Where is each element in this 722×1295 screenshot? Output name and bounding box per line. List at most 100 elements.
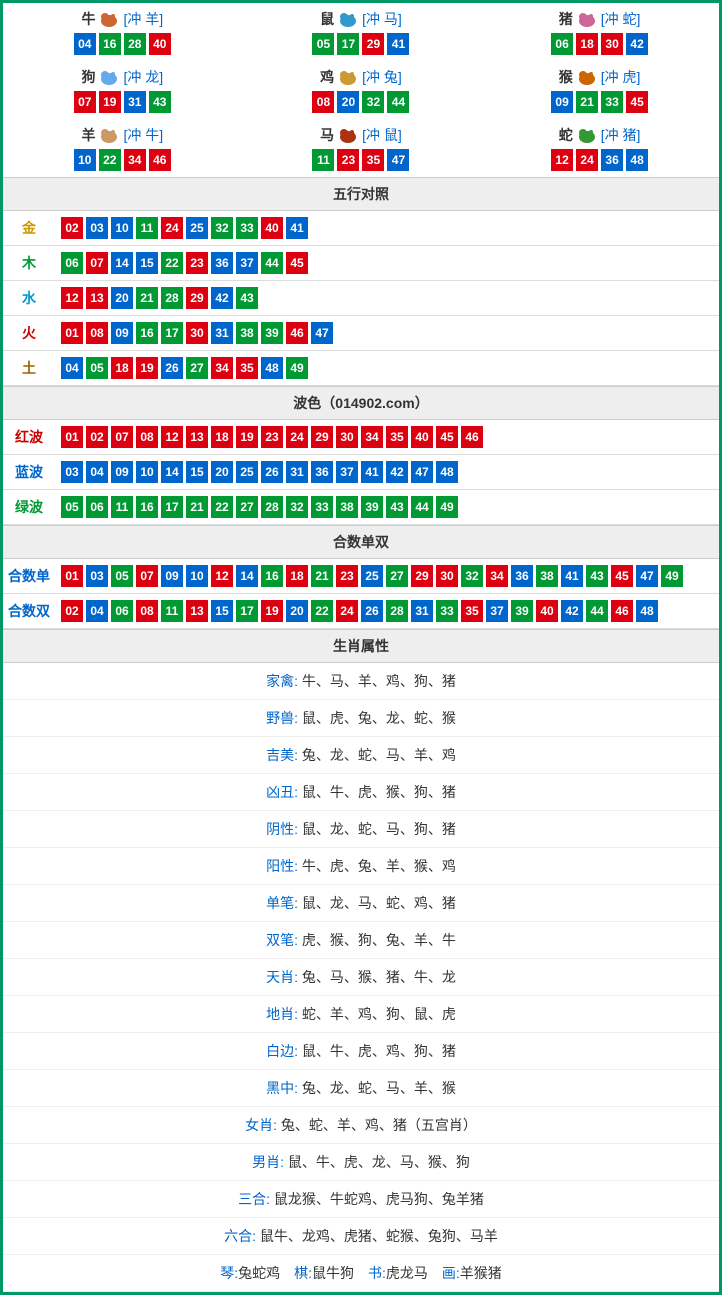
attr-row: 家禽: 牛、马、羊、鸡、狗、猪	[3, 663, 719, 700]
number-ball: 21	[136, 287, 158, 309]
attr-row: 阴性: 鼠、龙、蛇、马、狗、猪	[3, 811, 719, 848]
row-label: 木	[3, 253, 55, 273]
wuxing-header: 五行对照	[3, 177, 719, 211]
attr-value: 虎、猴、狗、兔、羊、牛	[302, 932, 456, 948]
attr-row: 凶丑: 鼠、牛、虎、猴、狗、猪	[3, 774, 719, 811]
number-ball: 35	[362, 149, 384, 171]
zodiac-name: 猪	[559, 9, 573, 29]
number-ball: 31	[411, 600, 433, 622]
attr-value: 鼠牛狗	[312, 1265, 354, 1281]
number-ball: 40	[149, 33, 171, 55]
row-label: 蓝波	[3, 462, 55, 482]
number-ball: 34	[486, 565, 508, 587]
number-ball: 13	[186, 600, 208, 622]
number-ball: 27	[186, 357, 208, 379]
attr-value: 鼠、牛、虎、鸡、狗、猪	[302, 1043, 456, 1059]
zodiac-cell: 牛 [冲 羊] 04162840	[3, 3, 242, 61]
attr-label: 黑中:	[266, 1080, 302, 1096]
zodiac-name: 猴	[559, 67, 573, 87]
attr-row: 天肖: 兔、马、猴、猪、牛、龙	[3, 959, 719, 996]
attr-value: 鼠牛、龙鸡、虎猪、蛇猴、兔狗、马羊	[260, 1228, 498, 1244]
number-ball: 07	[136, 565, 158, 587]
number-ball: 27	[236, 496, 258, 518]
number-ball: 15	[186, 461, 208, 483]
zodiac-title: 猪 [冲 蛇]	[480, 9, 719, 29]
number-ball: 42	[386, 461, 408, 483]
number-ball: 40	[536, 600, 558, 622]
number-ball: 37	[236, 252, 258, 274]
number-ball: 46	[461, 426, 483, 448]
zodiac-cell: 蛇 [冲 猪] 12243648	[480, 119, 719, 177]
number-ball: 28	[124, 33, 146, 55]
number-ball: 43	[149, 91, 171, 113]
number-ball: 20	[286, 600, 308, 622]
number-ball: 05	[312, 33, 334, 55]
number-ball: 44	[411, 496, 433, 518]
number-ball: 37	[486, 600, 508, 622]
number-ball: 32	[286, 496, 308, 518]
number-ball: 42	[211, 287, 233, 309]
number-ball: 36	[511, 565, 533, 587]
attr-row: 地肖: 蛇、羊、鸡、狗、鼠、虎	[3, 996, 719, 1033]
zodiac-cell: 猪 [冲 蛇] 06183042	[480, 3, 719, 61]
number-ball: 45	[626, 91, 648, 113]
number-ball: 25	[361, 565, 383, 587]
number-ball: 38	[536, 565, 558, 587]
number-ball: 31	[124, 91, 146, 113]
row-balls: 0204060811131517192022242628313335373940…	[55, 600, 719, 622]
number-ball: 23	[261, 426, 283, 448]
number-ball: 21	[186, 496, 208, 518]
number-ball: 33	[311, 496, 333, 518]
zodiac-title: 牛 [冲 羊]	[3, 9, 242, 29]
number-ball: 12	[211, 565, 233, 587]
row-balls: 04051819262734354849	[55, 357, 719, 379]
zodiac-title: 狗 [冲 龙]	[3, 67, 242, 87]
attr-row: 三合: 鼠龙猴、牛蛇鸡、虎马狗、兔羊猪	[3, 1181, 719, 1218]
attr-label: 地肖:	[266, 1006, 302, 1022]
zodiac-clash: [冲 牛]	[123, 125, 163, 145]
number-ball: 10	[136, 461, 158, 483]
number-ball: 07	[74, 91, 96, 113]
row-label: 红波	[3, 427, 55, 447]
number-ball: 20	[211, 461, 233, 483]
number-ball: 43	[586, 565, 608, 587]
attr-row: 黑中: 兔、龙、蛇、马、羊、猴	[3, 1070, 719, 1107]
number-ball: 32	[211, 217, 233, 239]
row-balls: 03040910141520252631363741424748	[55, 461, 719, 483]
number-ball: 35	[236, 357, 258, 379]
zodiac-balls: 07193143	[3, 91, 242, 113]
attr-label: 阳性:	[266, 858, 302, 874]
number-ball: 16	[261, 565, 283, 587]
last-pair: 棋:鼠牛狗	[294, 1265, 354, 1281]
number-ball: 01	[61, 322, 83, 344]
attr-label: 画:	[442, 1265, 460, 1281]
row-label: 合数单	[3, 566, 55, 586]
number-ball: 42	[561, 600, 583, 622]
zodiac-icon	[575, 125, 599, 145]
number-ball: 28	[161, 287, 183, 309]
number-ball: 25	[236, 461, 258, 483]
number-ball: 24	[576, 149, 598, 171]
number-ball: 40	[411, 426, 433, 448]
heshu-header: 合数单双	[3, 525, 719, 559]
number-ball: 10	[74, 149, 96, 171]
number-ball: 11	[161, 600, 183, 622]
attr-value: 牛、虎、兔、羊、猴、鸡	[302, 858, 456, 874]
number-ball: 49	[286, 357, 308, 379]
number-ball: 02	[86, 426, 108, 448]
row-balls: 06071415222336374445	[55, 252, 719, 274]
zodiac-title: 蛇 [冲 猪]	[480, 125, 719, 145]
zodiac-title: 猴 [冲 虎]	[480, 67, 719, 87]
number-ball: 23	[186, 252, 208, 274]
number-ball: 48	[636, 600, 658, 622]
zodiac-cell: 羊 [冲 牛] 10223446	[3, 119, 242, 177]
number-ball: 33	[236, 217, 258, 239]
number-ball: 18	[576, 33, 598, 55]
zodiac-clash: [冲 猪]	[601, 125, 641, 145]
attr-value: 鼠龙猴、牛蛇鸡、虎马狗、兔羊猪	[274, 1191, 484, 1207]
row-balls: 02031011242532334041	[55, 217, 719, 239]
number-ball: 36	[601, 149, 623, 171]
number-ball: 20	[111, 287, 133, 309]
number-ball: 32	[461, 565, 483, 587]
number-ball: 03	[86, 565, 108, 587]
